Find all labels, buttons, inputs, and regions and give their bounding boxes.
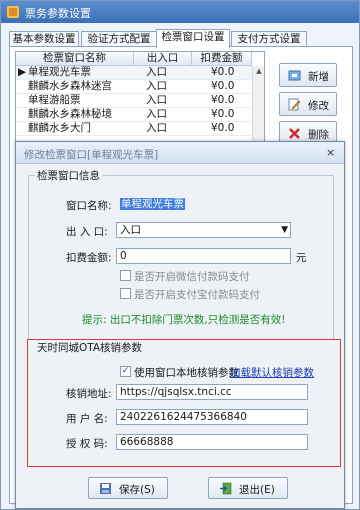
dialog-title: 修改检票窗口[单程观光车票]: [24, 149, 159, 161]
table-row[interactable]: 单程游船票 入口 ¥0.0: [16, 94, 264, 108]
add-icon: [288, 70, 301, 81]
row-name: 单程游船票: [28, 94, 81, 106]
window-name-value: 单程观光车票: [120, 198, 185, 210]
gate-grid[interactable]: 检票窗口名称 出入口 扣费金额 ▶ 单程观光车票 入口 ¥0.0 麒麟水乡森林迷…: [15, 51, 265, 146]
tab-gate-settings[interactable]: 检票窗口设置: [156, 29, 230, 48]
gate-select[interactable]: 入口 ▼: [116, 222, 291, 238]
exit-door-icon: [220, 482, 232, 495]
edit-pencil-icon: [288, 98, 301, 111]
row-fee: ¥0.0: [211, 108, 235, 120]
gate-info-legend: 检票窗口信息: [37, 170, 100, 182]
title-bar[interactable]: 票务参数设置: [1, 1, 359, 23]
row-name: 麒麟水乡大门: [28, 122, 91, 134]
dialog-title-bar[interactable]: 修改检票窗口[单程观光车票] ×: [16, 142, 344, 164]
window-name-label: 窗口名称:: [66, 200, 112, 212]
scroll-up-arrow-icon[interactable]: ▲: [254, 66, 264, 76]
row-name: 单程观光车票: [28, 66, 91, 78]
tab-verify-method[interactable]: 验证方式配置: [81, 31, 157, 47]
save-disk-icon: [100, 483, 111, 494]
save-button-label: 保存(S): [119, 484, 155, 496]
fee-unit: 元: [296, 252, 307, 264]
row-fee: ¥0.0: [211, 94, 235, 106]
wechat-pay-label: 是否开启微信付款码支付: [134, 271, 250, 283]
fee-label: 扣费金额:: [66, 252, 112, 264]
row-gate: 入口: [146, 122, 167, 134]
close-icon[interactable]: ×: [326, 146, 335, 159]
row-name: 麒麟水乡森林迷宫: [28, 80, 112, 92]
row-gate: 入口: [146, 94, 167, 106]
row-name: 麒麟水乡森林秘境: [28, 108, 112, 120]
ota-highlight-box: [27, 339, 341, 467]
save-button[interactable]: 保存(S): [88, 477, 168, 499]
tab-basic-params[interactable]: 基本参数设置: [9, 31, 79, 47]
window-title: 票务参数设置: [25, 7, 91, 20]
delete-button-label: 删除: [308, 129, 329, 141]
table-row[interactable]: 麒麟水乡森林秘境 入口 ¥0.0: [16, 108, 264, 122]
column-header-gate[interactable]: 出入口: [134, 52, 192, 66]
wechat-pay-checkbox[interactable]: [120, 270, 131, 281]
chevron-down-icon: ▼: [281, 225, 288, 235]
table-row[interactable]: ▶ 单程观光车票 入口 ¥0.0: [16, 66, 264, 80]
fee-input-value: 0: [120, 250, 127, 262]
exit-hint-text: 提示: 出口不扣除门票次数,只检测是否有效!: [82, 314, 286, 326]
table-row[interactable]: 麒麟水乡森林迷宫 入口 ¥0.0: [16, 80, 264, 94]
exit-button-label: 退出(E): [239, 484, 275, 496]
edit-button-label: 修改: [308, 100, 329, 112]
row-fee: ¥0.0: [211, 122, 235, 134]
delete-x-icon: [289, 128, 300, 139]
fee-input[interactable]: 0: [116, 248, 291, 264]
row-gate: 入口: [146, 108, 167, 120]
selected-row-marker: ▶: [18, 66, 27, 78]
window-name-field[interactable]: 单程观光车票: [116, 196, 291, 212]
alipay-label: 是否开启支付宝付款码支付: [134, 289, 260, 301]
gate-select-value: 入口: [120, 224, 141, 236]
table-row[interactable]: 麒麟水乡大门 入口 ¥0.0: [16, 122, 264, 136]
column-header-fee[interactable]: 扣费金额: [192, 52, 252, 66]
row-fee: ¥0.0: [211, 80, 235, 92]
row-gate: 入口: [146, 66, 167, 78]
tab-payment-method[interactable]: 支付方式设置: [231, 31, 307, 47]
alipay-checkbox[interactable]: [120, 288, 131, 299]
row-fee: ¥0.0: [211, 66, 235, 78]
settings-window: 票务参数设置 基本参数设置 验证方式配置 检票窗口设置 支付方式设置 检票窗口名…: [0, 0, 360, 510]
edit-button[interactable]: 修改: [279, 92, 337, 116]
exit-button[interactable]: 退出(E): [208, 477, 288, 499]
grid-scrollbar[interactable]: ▲: [252, 66, 264, 145]
app-icon: [7, 6, 19, 18]
column-header-name[interactable]: 检票窗口名称: [16, 52, 134, 66]
add-button[interactable]: 新增: [279, 63, 337, 87]
add-button-label: 新增: [308, 71, 329, 83]
gate-label: 出 入 口:: [66, 226, 108, 238]
row-gate: 入口: [146, 80, 167, 92]
